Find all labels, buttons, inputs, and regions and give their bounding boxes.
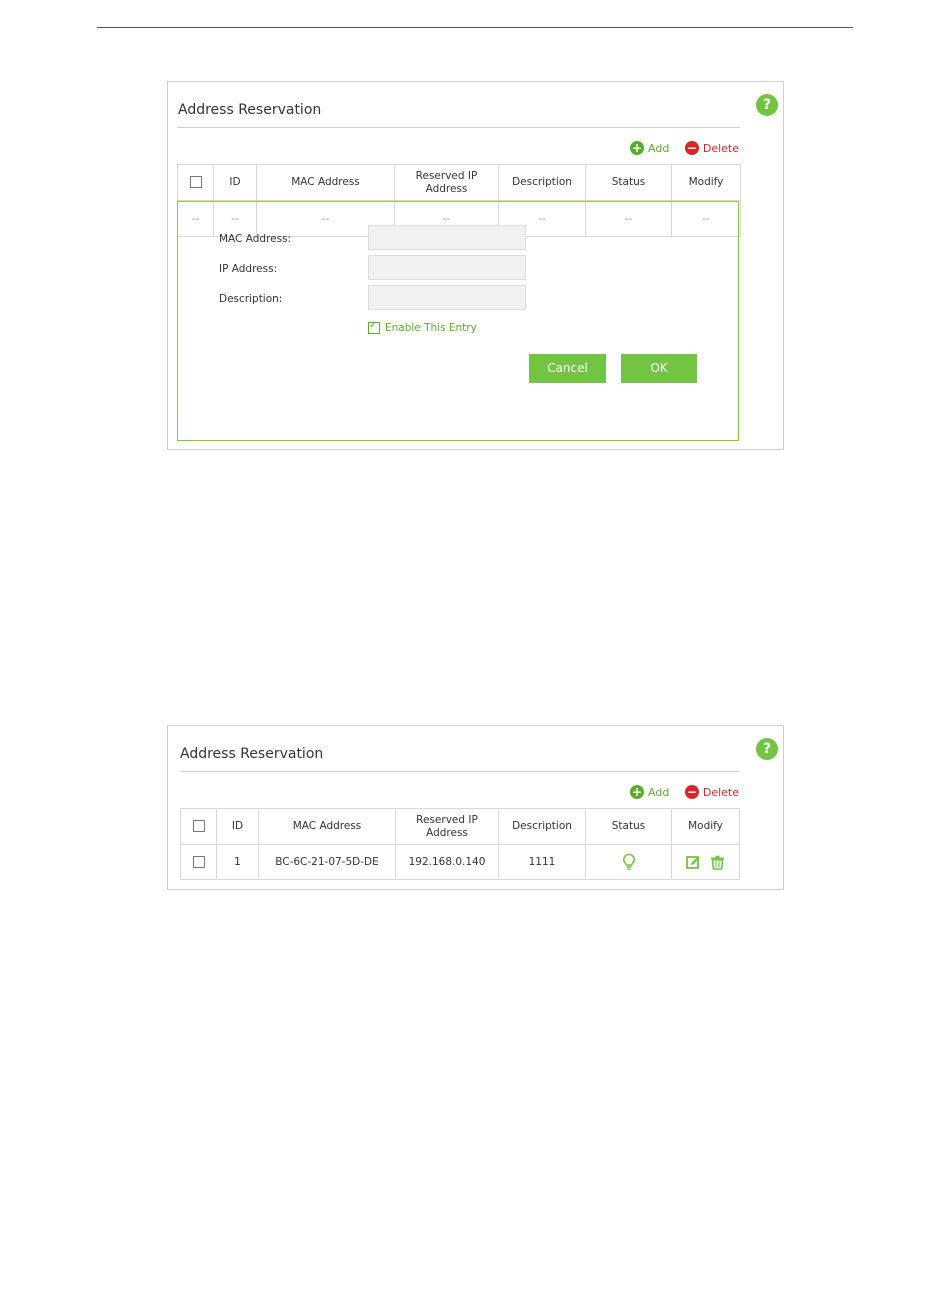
table-actions: + Add − Delete xyxy=(618,141,739,155)
plus-icon: + xyxy=(630,141,645,155)
description-label: Description: xyxy=(219,293,283,305)
column-header-description: Description xyxy=(498,808,586,845)
enable-entry-checkbox[interactable]: Enable This Entry xyxy=(368,320,477,334)
reservation-table: ID MAC Address Reserved IP Address Descr… xyxy=(180,808,740,880)
column-header-modify: Modify xyxy=(671,808,740,845)
row-reserved-ip: 192.168.0.140 xyxy=(395,844,499,880)
column-header-mac: MAC Address xyxy=(258,808,396,845)
ip-address-input[interactable] xyxy=(368,255,526,280)
checkbox-checked-icon xyxy=(368,320,380,334)
column-header-mac: MAC Address xyxy=(256,164,395,201)
row-modify xyxy=(671,844,740,880)
title-divider xyxy=(177,127,740,128)
column-header-status: Status xyxy=(585,808,672,845)
table-header-row: ID MAC Address Reserved IP Address Descr… xyxy=(177,164,741,201)
minus-icon: − xyxy=(684,785,699,799)
table-row: 1 BC-6C-21-07-5D-DE 192.168.0.140 1111 xyxy=(180,844,740,880)
address-reservation-panel-edit: Address Reservation ? + Add − Delete ID … xyxy=(167,81,784,450)
mac-address-input[interactable] xyxy=(368,225,526,250)
plus-icon: + xyxy=(630,785,645,799)
select-all-checkbox[interactable] xyxy=(189,176,202,188)
column-header-modify: Modify xyxy=(671,164,741,201)
column-header-status: Status xyxy=(585,164,672,201)
row-select-cell xyxy=(180,844,217,880)
description-input[interactable] xyxy=(368,285,526,310)
column-header-id: ID xyxy=(216,808,259,845)
enable-entry-label: Enable This Entry xyxy=(385,322,477,334)
column-header-reserved-ip: Reserved IP Address xyxy=(394,164,499,201)
help-icon[interactable]: ? xyxy=(756,738,778,760)
row-status xyxy=(585,844,672,880)
ip-address-label: IP Address: xyxy=(219,263,278,275)
page-header-rule xyxy=(97,27,853,28)
column-header-id: ID xyxy=(213,164,257,201)
panel-title: Address Reservation xyxy=(178,102,322,118)
add-label: Add xyxy=(648,785,670,799)
edit-entry-form: MAC Address: IP Address: Description: En… xyxy=(177,201,739,441)
add-label: Add xyxy=(648,141,670,155)
delete-button[interactable]: − Delete xyxy=(684,785,739,799)
row-mac-address: BC-6C-21-07-5D-DE xyxy=(258,844,396,880)
delete-label: Delete xyxy=(702,141,739,155)
column-header-reserved-ip: Reserved IP Address xyxy=(395,808,499,845)
column-header-description: Description xyxy=(498,164,586,201)
panel-title: Address Reservation xyxy=(180,746,324,762)
bulb-icon[interactable] xyxy=(622,853,636,871)
minus-icon: − xyxy=(684,141,699,155)
delete-label: Delete xyxy=(702,785,739,799)
add-button[interactable]: + Add xyxy=(630,141,669,155)
edit-icon[interactable] xyxy=(685,855,701,870)
address-reservation-panel-list: Address Reservation ? + Add − Delete ID … xyxy=(167,725,784,890)
row-id: 1 xyxy=(216,844,259,880)
title-divider xyxy=(180,771,739,772)
help-icon[interactable]: ? xyxy=(756,94,778,116)
select-all-cell xyxy=(180,808,217,845)
mac-address-label: MAC Address: xyxy=(219,233,292,245)
delete-button[interactable]: − Delete xyxy=(684,141,739,155)
table-header-row: ID MAC Address Reserved IP Address Descr… xyxy=(180,808,740,845)
trash-icon[interactable] xyxy=(710,855,725,870)
add-button[interactable]: + Add xyxy=(630,785,669,799)
ok-button[interactable]: OK xyxy=(621,354,697,383)
select-all-checkbox[interactable] xyxy=(192,820,205,832)
row-checkbox[interactable] xyxy=(192,856,205,868)
row-description: 1111 xyxy=(498,844,586,880)
cancel-button[interactable]: Cancel xyxy=(529,354,606,383)
table-actions: + Add − Delete xyxy=(618,785,739,799)
select-all-cell xyxy=(177,164,214,201)
